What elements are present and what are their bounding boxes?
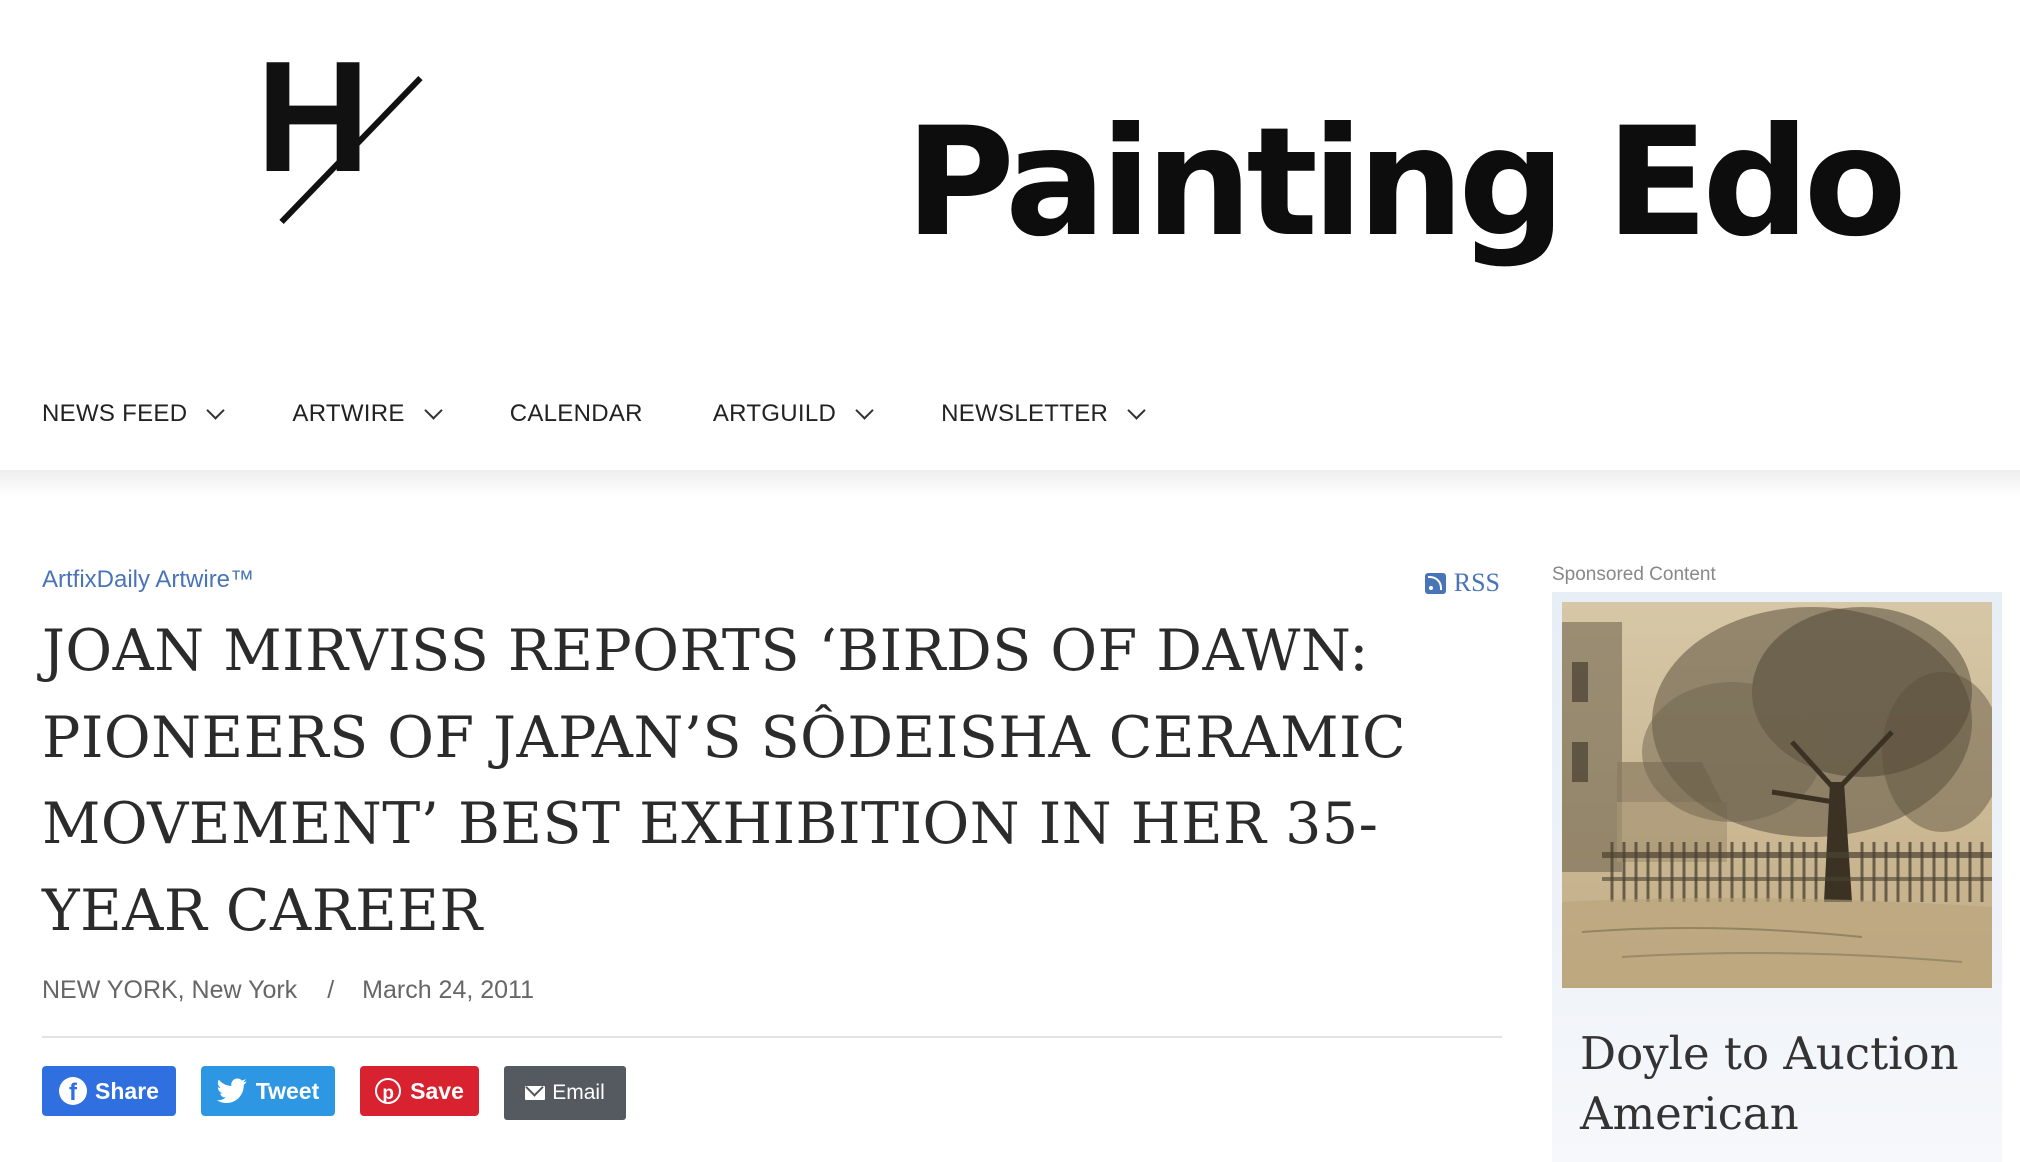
- site-logo[interactable]: H: [256, 38, 516, 225]
- sponsored-content-label: Sponsored Content: [1552, 564, 1716, 585]
- chevron-down-icon: [1127, 401, 1146, 420]
- nav-item-calendar[interactable]: CALENDAR: [510, 400, 643, 428]
- source-link[interactable]: ArtfixDaily Artwire™: [42, 566, 254, 594]
- divider: [42, 1036, 1502, 1038]
- article-location: NEW YORK, New York: [42, 976, 298, 1004]
- chevron-down-icon: [424, 401, 443, 420]
- nav-item-label: CALENDAR: [509, 400, 643, 427]
- pinterest-save-label: Save: [410, 1077, 464, 1104]
- rss-label: RSS: [1453, 568, 1500, 597]
- dateline-separator: /: [327, 976, 335, 1004]
- rss-link[interactable]: RSS: [1424, 568, 1500, 598]
- twitter-bird-icon: [216, 1078, 247, 1103]
- pinterest-save-button[interactable]: p Save: [360, 1066, 479, 1116]
- sketch-illustration: [1562, 602, 1992, 988]
- nav-item-label: NEWSLETTER: [941, 400, 1109, 427]
- pinterest-icon: p: [375, 1078, 402, 1104]
- nav-item-news-feed[interactable]: NEWS FEED: [42, 400, 226, 428]
- nav-item-artguild[interactable]: ARTGUILD: [712, 400, 874, 428]
- banner-ad[interactable]: Painting Edo: [905, 108, 1907, 258]
- facebook-icon: f: [59, 1077, 88, 1105]
- nav-item-newsletter[interactable]: NEWSLETTER: [941, 400, 1146, 428]
- share-buttons: f Share Tweet p Save Email: [42, 1066, 651, 1120]
- twitter-tweet-label: Tweet: [255, 1077, 320, 1104]
- email-share-button[interactable]: Email: [504, 1066, 626, 1120]
- sponsored-title[interactable]: Doyle to Auction American: [1580, 1024, 1990, 1144]
- dateline: NEW YORK, New York / March 24, 2011: [42, 976, 534, 1005]
- twitter-tweet-button[interactable]: Tweet: [201, 1066, 335, 1116]
- envelope-icon: [525, 1086, 546, 1100]
- facebook-share-button[interactable]: f Share: [42, 1066, 176, 1116]
- sponsored-card[interactable]: Doyle to Auction American: [1552, 592, 2002, 1162]
- article-date: March 24, 2011: [362, 976, 535, 1004]
- facebook-share-label: Share: [95, 1077, 159, 1104]
- chevron-down-icon: [206, 401, 226, 420]
- header-divider: [0, 470, 2020, 496]
- chevron-down-icon: [855, 401, 874, 420]
- email-share-label: Email: [552, 1081, 605, 1104]
- nav-item-label: ARTWIRE: [292, 400, 405, 427]
- nav-item-artwire[interactable]: ARTWIRE: [292, 400, 443, 428]
- sponsored-artwork-image[interactable]: [1562, 602, 1992, 988]
- article-headline: JOAN MIRVISS REPORTS ‘BIRDS OF DAWN: PIO…: [42, 618, 1407, 944]
- logo-letter: H: [256, 29, 371, 205]
- nav-item-label: NEWS FEED: [42, 400, 188, 427]
- nav-item-label: ARTGUILD: [712, 400, 837, 427]
- site-header: H Painting Edo NEWS FEED ARTWIRE CALENDA…: [0, 0, 2020, 470]
- main-nav: NEWS FEED ARTWIRE CALENDAR ARTGUILD NEWS…: [42, 394, 1213, 434]
- rss-icon: [1424, 572, 1446, 594]
